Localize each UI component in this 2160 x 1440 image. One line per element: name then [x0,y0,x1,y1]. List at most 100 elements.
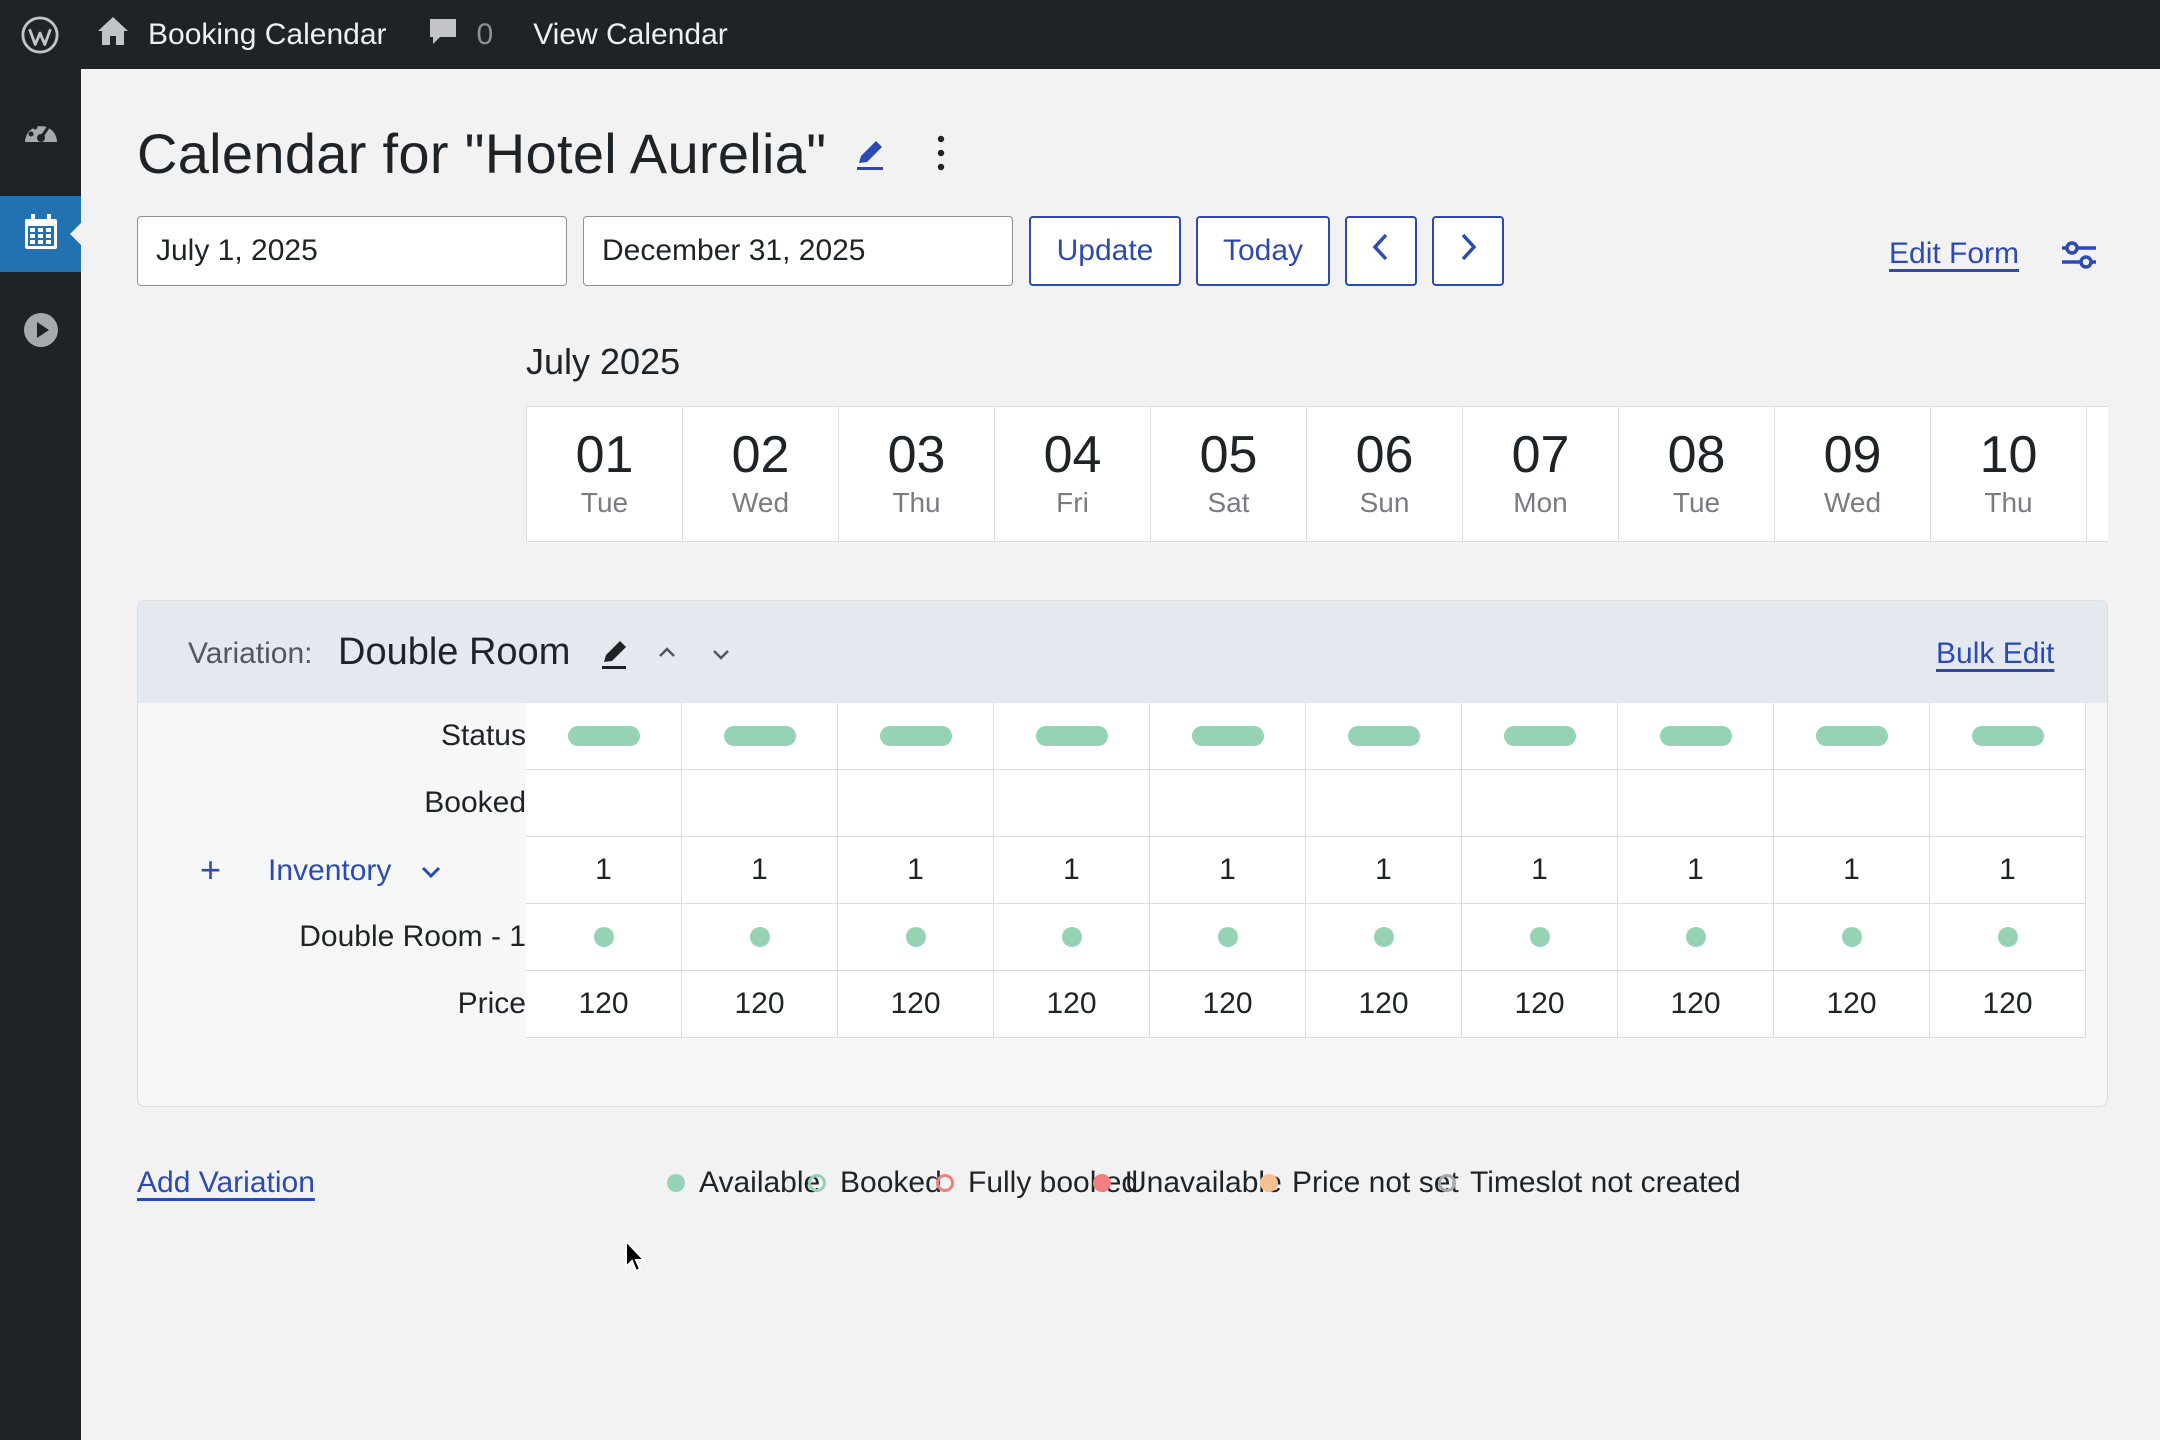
inventory-cell[interactable]: 1 [1150,837,1306,904]
sidebar-item-media[interactable] [0,294,81,370]
sidebar-item-dashboard[interactable] [0,95,81,171]
unit-availability-cell[interactable] [1618,904,1774,971]
vertical-ellipsis-icon[interactable] [929,131,953,175]
play-icon [23,312,59,353]
chevron-down-icon[interactable] [416,857,446,887]
update-button[interactable]: Update [1029,216,1181,286]
status-cell[interactable] [1930,703,2086,770]
status-cell[interactable] [526,703,682,770]
inventory-toggle[interactable]: Inventory [268,854,391,888]
dashboard-icon [22,114,60,153]
unit-availability-cell[interactable] [682,904,838,971]
booked-cell[interactable] [1930,770,2086,837]
day-header-cell[interactable]: 08 Tue [1619,407,1775,541]
day-weekday: Fri [1056,487,1089,518]
booked-cell[interactable] [994,770,1150,837]
unit-availability-cell[interactable] [1930,904,2086,971]
unit-availability-cell[interactable] [1150,904,1306,971]
bulk-edit-link[interactable]: Bulk Edit [1936,637,2054,671]
status-cell[interactable] [1618,703,1774,770]
unit-availability-cell[interactable] [1462,904,1618,971]
add-inventory-button[interactable]: + [200,849,221,891]
inventory-cell[interactable]: 1 [1618,837,1774,904]
inventory-cell[interactable]: 1 [1774,837,1930,904]
price-cell[interactable]: 120 [682,971,838,1038]
comments-link[interactable]: 0 [427,0,493,69]
price-cell[interactable]: 120 [838,971,994,1038]
legend-item: Timeslot not created [1438,1166,1741,1200]
chevron-left-icon [1370,232,1392,270]
booked-cell[interactable] [1462,770,1618,837]
sliders-icon[interactable] [2059,235,2099,275]
day-header-cell[interactable]: 04 Fri [995,407,1151,541]
day-header-cell[interactable]: 09 Wed [1775,407,1931,541]
status-cell[interactable] [838,703,994,770]
booked-cell[interactable] [682,770,838,837]
inventory-cell[interactable]: 1 [1306,837,1462,904]
status-cell[interactable] [1774,703,1930,770]
previous-button[interactable] [1345,216,1417,286]
booked-cell[interactable] [1618,770,1774,837]
inventory-cell[interactable]: 1 [682,837,838,904]
day-header-cell[interactable]: 03 Thu [839,407,995,541]
day-header-cell[interactable]: 05 Sat [1151,407,1307,541]
booked-cell[interactable] [1774,770,1930,837]
price-cell[interactable]: 120 [1930,971,2086,1038]
inventory-cell[interactable]: 1 [994,837,1150,904]
price-cell[interactable]: 120 [526,971,682,1038]
status-available-pill [1815,726,1888,746]
site-name: Booking Calendar [148,17,387,51]
unit-availability-cell[interactable] [838,904,994,971]
day-header-cell[interactable]: 10 Thu [1931,407,2087,541]
day-header-cell[interactable]: 07 Mon [1463,407,1619,541]
unit-availability-cell[interactable] [1774,904,1930,971]
legend-label: Price not set [1292,1166,1459,1199]
inventory-cell[interactable]: 1 [838,837,994,904]
view-calendar-link[interactable]: View Calendar [533,0,728,69]
site-name-link[interactable]: Booking Calendar [96,0,387,69]
booked-cell[interactable] [526,770,682,837]
inventory-cell[interactable]: 1 [526,837,682,904]
day-weekday: Wed [1823,487,1882,518]
unit-availability-cell[interactable] [994,904,1150,971]
status-cell[interactable] [1150,703,1306,770]
edit-form-link[interactable]: Edit Form [1889,237,2019,271]
status-cell[interactable] [994,703,1150,770]
status-cell[interactable] [682,703,838,770]
price-cell[interactable]: 120 [1150,971,1306,1038]
today-button[interactable]: Today [1196,216,1330,286]
unit-availability-cell[interactable] [526,904,682,971]
price-row: Price 120 120 120 120 120 120 120 120 120 120 [138,971,2107,1038]
chevron-up-icon[interactable] [652,637,682,667]
status-cell[interactable] [1462,703,1618,770]
chevron-down-icon[interactable] [706,639,736,669]
inventory-cell[interactable]: 1 [1930,837,2086,904]
day-number: 09 [1823,426,1882,484]
sidebar-item-calendar[interactable] [0,196,82,272]
legend-item: Unavailable [1093,1166,1282,1200]
pencil-icon[interactable] [598,635,634,671]
day-header-cell[interactable]: 02 Wed [683,407,839,541]
booked-cell[interactable] [1150,770,1306,837]
price-cell[interactable]: 120 [994,971,1150,1038]
price-cell[interactable]: 120 [1462,971,1618,1038]
booked-cell[interactable] [838,770,994,837]
day-header-cell[interactable]: 06 Sun [1307,407,1463,541]
booked-cell[interactable] [1306,770,1462,837]
available-dot [749,927,770,947]
pencil-icon[interactable] [851,133,891,173]
unit-availability-cell[interactable] [1306,904,1462,971]
add-variation-link[interactable]: Add Variation [137,1166,315,1200]
status-cell[interactable] [1306,703,1462,770]
inventory-cell[interactable]: 1 [1462,837,1618,904]
wordpress-logo-icon[interactable] [0,0,80,69]
status-available-pill [879,726,952,746]
end-date-input[interactable] [583,216,1013,286]
price-cell[interactable]: 120 [1306,971,1462,1038]
next-button[interactable] [1432,216,1504,286]
price-cell[interactable]: 120 [1618,971,1774,1038]
start-date-input[interactable] [137,216,567,286]
day-header-cell[interactable]: 01 Tue [527,407,683,541]
price-cell[interactable]: 120 [1774,971,1930,1038]
unit-cells [526,904,2086,971]
